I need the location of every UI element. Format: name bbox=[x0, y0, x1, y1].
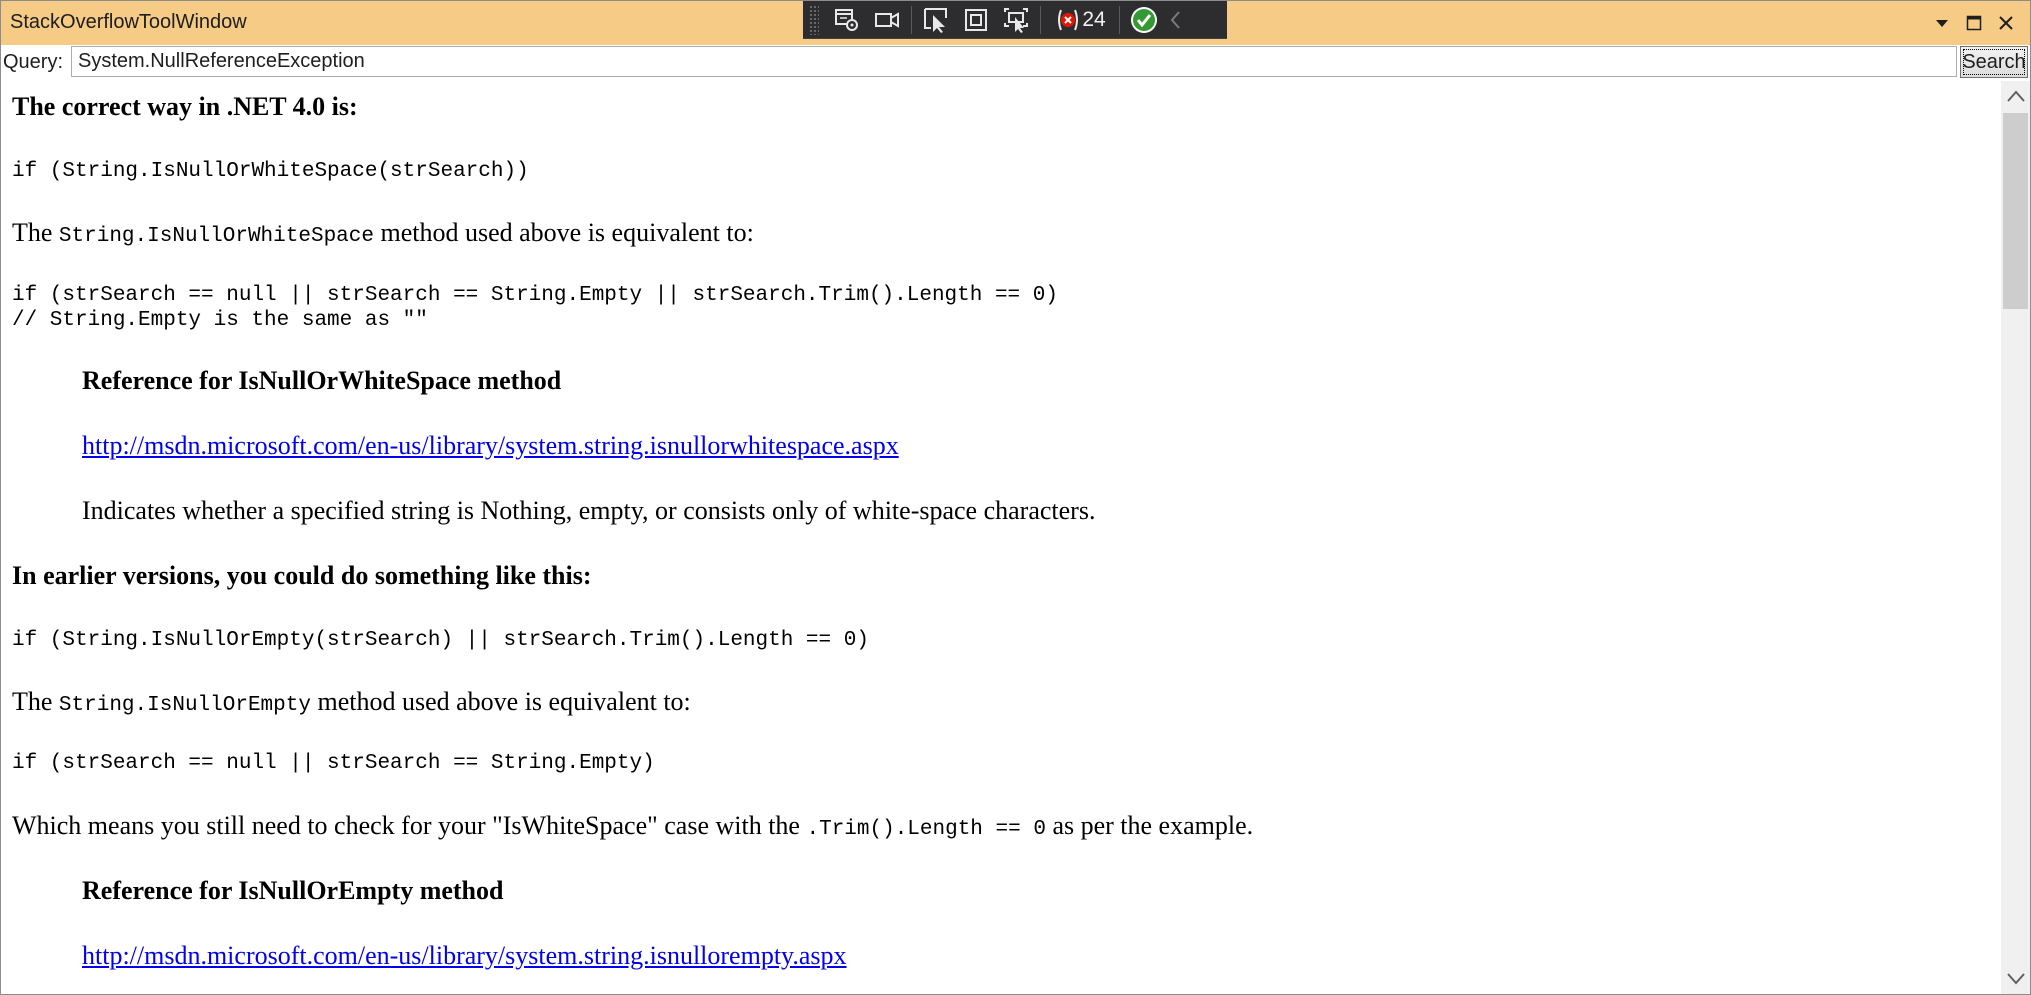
code-line: if (strSearch == null || strSearch == St… bbox=[12, 284, 1058, 307]
paragraph: The String.IsNullOrEmpty method used abo… bbox=[12, 687, 691, 717]
reference-link[interactable]: http://msdn.microsoft.com/en-us/library/… bbox=[82, 431, 899, 461]
paragraph-text: Which means you still need to check for … bbox=[12, 811, 807, 840]
collapse-chevron-icon[interactable] bbox=[1164, 3, 1188, 37]
query-input[interactable] bbox=[71, 46, 1957, 77]
paragraph-text: method used above is equivalent to: bbox=[310, 687, 691, 716]
reference-link[interactable]: http://msdn.microsoft.com/en-us/library/… bbox=[82, 941, 847, 971]
window-title: StackOverflowToolWindow bbox=[10, 11, 247, 33]
vertical-scrollbar[interactable] bbox=[2001, 81, 2030, 994]
exception-count: 24 bbox=[1082, 7, 1106, 31]
scroll-up-icon[interactable] bbox=[2001, 81, 2030, 111]
toolbar-grip[interactable] bbox=[809, 4, 819, 35]
reference-description: Indicates whether a specified string is … bbox=[82, 496, 1096, 525]
select-element-icon[interactable] bbox=[916, 3, 956, 37]
paragraph-text: as per the example. bbox=[1045, 811, 1254, 840]
paragraph: The String.IsNullOrWhiteSpace method use… bbox=[12, 218, 754, 248]
code-comment: // String.Empty is the same as "" bbox=[12, 309, 428, 332]
in-app-toolbar-exceptions-icon bbox=[1058, 9, 1079, 30]
code-block: if (strSearch == null || strSearch == St… bbox=[12, 283, 1058, 333]
search-button[interactable]: Search bbox=[1960, 46, 2028, 78]
exceptions-counter-button[interactable]: 24 bbox=[1045, 3, 1115, 37]
inline-code: String.IsNullOrWhiteSpace bbox=[58, 225, 374, 248]
status-ok-icon[interactable] bbox=[1124, 3, 1164, 37]
debug-in-app-toolbar: 24 bbox=[803, 1, 1227, 39]
maximize-icon[interactable] bbox=[1958, 7, 1990, 39]
reference-heading: Reference for IsNullOrWhiteSpace method bbox=[82, 366, 562, 395]
window-controls bbox=[1926, 7, 2022, 39]
answer-content[interactable]: The correct way in .NET 4.0 is: if (Stri… bbox=[1, 81, 2001, 994]
query-bar: Query: Search bbox=[1, 45, 2030, 79]
paragraph-text: The bbox=[12, 218, 59, 247]
toolbar-separator bbox=[1040, 5, 1041, 34]
reference-heading: Reference for IsNullOrEmpty method bbox=[82, 876, 504, 905]
dropdown-menu-icon[interactable] bbox=[1926, 7, 1958, 39]
inline-code: .Trim().Length == 0 bbox=[806, 818, 1046, 841]
paragraph: Which means you still need to check for … bbox=[12, 811, 1253, 841]
paragraph-text: method used above is equivalent to: bbox=[373, 218, 754, 247]
code-block: if (strSearch == null || strSearch == St… bbox=[12, 752, 655, 775]
title-bar[interactable]: StackOverflowToolWindow 24 bbox=[1, 1, 2030, 45]
video-camera-icon[interactable] bbox=[867, 3, 907, 37]
code-block: if (String.IsNullOrEmpty(strSearch) || s… bbox=[12, 629, 869, 652]
paragraph-text: The bbox=[12, 687, 59, 716]
query-label: Query: bbox=[3, 51, 64, 73]
scroll-down-icon[interactable] bbox=[2001, 964, 2030, 994]
code-block: if (String.IsNullOrWhiteSpace(strSearch)… bbox=[12, 160, 529, 183]
tool-window: StackOverflowToolWindow 24 Query: System… bbox=[0, 0, 2031, 995]
toolbar-separator bbox=[1119, 5, 1120, 34]
track-focus-icon[interactable] bbox=[996, 3, 1036, 37]
inline-code: String.IsNullOrEmpty bbox=[58, 694, 311, 717]
toolbar-separator bbox=[911, 5, 912, 34]
scroll-thumb[interactable] bbox=[2003, 113, 2028, 309]
heading: The correct way in .NET 4.0 is: bbox=[12, 92, 358, 121]
display-layout-adorners-icon[interactable] bbox=[956, 3, 996, 37]
heading: In earlier versions, you could do someth… bbox=[12, 561, 592, 590]
live-visual-tree-icon[interactable] bbox=[827, 3, 867, 37]
close-icon[interactable] bbox=[1990, 7, 2022, 39]
